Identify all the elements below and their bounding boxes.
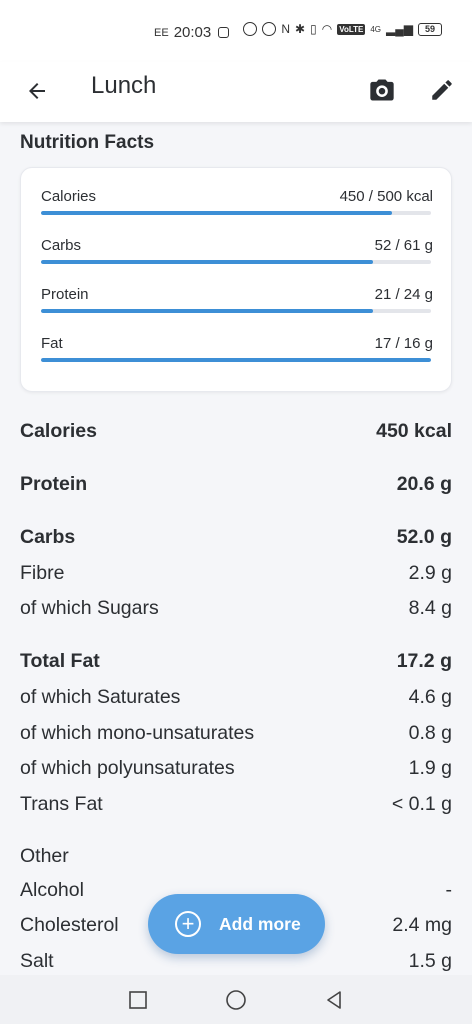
detail-value: 52.0 g (396, 526, 452, 548)
detail-label: Trans Fat (20, 793, 103, 815)
detail-value: < 0.1 g (391, 793, 452, 815)
detail-value: 20.6 g (396, 473, 452, 495)
detail-label: Cholesterol (20, 914, 119, 936)
progress-label: Fat (41, 335, 63, 352)
app-bar: Lunch (0, 62, 472, 122)
camera-button[interactable] (362, 70, 402, 110)
status-left: EE 20:03 (154, 24, 230, 41)
detail-label: Other (20, 845, 69, 867)
progress-track (41, 309, 431, 313)
nav-back-button[interactable] (319, 985, 349, 1015)
detail-label: of which polyunsaturates (20, 757, 235, 779)
progress-track (41, 260, 431, 264)
progress-fill (41, 211, 392, 215)
progress-fill (41, 260, 374, 264)
nfc-icon: N (281, 22, 291, 36)
status-bar: EE 20:03 N ✱ ▯ ◠ VoLTE 4G ▂▄▆ 59 (0, 0, 472, 62)
add-more-button[interactable]: + Add more (148, 894, 325, 954)
add-circle-icon: + (175, 911, 201, 937)
eye-comfort-icon (262, 22, 277, 36)
detail-label: of which Sugars (20, 597, 159, 619)
arrow-back-icon (29, 83, 45, 99)
vibrate-icon: ▯ (310, 22, 317, 36)
detail-label: Fibre (20, 562, 65, 584)
detail-label: Calories (20, 420, 97, 442)
add-more-label: Add more (219, 913, 301, 934)
detail-value: 8.4 g (408, 597, 452, 619)
detail-value: - (445, 879, 453, 901)
detail-label: Carbs (20, 526, 76, 548)
detail-value: 0.8 g (408, 722, 452, 744)
nutrition-facts-heading: Nutrition Facts (20, 132, 155, 153)
network-type: 4G (370, 24, 382, 34)
detail-value: 17.2 g (396, 650, 452, 672)
data-saver-icon (243, 22, 258, 36)
page-title: Lunch (91, 72, 157, 99)
detail-label: Salt (20, 950, 54, 972)
progress-label: Carbs (41, 237, 82, 254)
detail-value: 2.9 g (408, 562, 452, 584)
status-icons: N ✱ ▯ ◠ VoLTE 4G ▂▄▆ 59 (243, 22, 442, 36)
nutrition-progress-card: Calories 450 / 500 kcal Carbs 52 / 61 g … (20, 167, 452, 392)
bluetooth-icon: ✱ (295, 22, 306, 36)
progress-label: Calories (41, 188, 97, 205)
detail-label: Alcohol (20, 879, 84, 901)
detail-value: 450 kcal (376, 420, 452, 442)
progress-track (41, 358, 431, 362)
camera-icon (370, 79, 394, 101)
detail-value: 4.6 g (408, 686, 452, 708)
recent-apps-icon (129, 991, 147, 1009)
edit-pencil-icon (432, 80, 452, 100)
progress-track (41, 211, 431, 215)
edit-button[interactable] (422, 70, 462, 110)
home-button[interactable] (221, 985, 251, 1015)
carrier-label: EE (154, 26, 169, 39)
detail-value: 2.4 mg (392, 914, 452, 936)
progress-fill (41, 358, 431, 362)
clock: 20:03 (173, 24, 212, 41)
progress-value: 52 / 61 g (374, 237, 433, 254)
detail-value: 1.9 g (408, 757, 452, 779)
detail-label: Protein (20, 473, 88, 495)
back-triangle-icon (327, 991, 341, 1009)
progress-value: 21 / 24 g (374, 286, 433, 303)
detail-label: of which Saturates (20, 686, 181, 708)
recent-apps-button[interactable] (123, 985, 153, 1015)
detail-label: Total Fat (20, 650, 100, 672)
progress-fill (41, 309, 373, 313)
detail-value: 1.5 g (408, 950, 452, 972)
progress-label: Protein (41, 286, 89, 303)
wifi-icon: ◠ (321, 22, 333, 36)
back-button[interactable] (18, 72, 56, 110)
progress-value: 17 / 16 g (374, 335, 433, 352)
system-nav-bar (0, 975, 472, 1024)
signal-icon: ▂▄▆ (386, 22, 413, 36)
screenshot-icon (218, 27, 230, 38)
battery-icon: 59 (418, 22, 442, 36)
home-icon (226, 990, 246, 1010)
detail-label: of which mono-unsaturates (20, 722, 255, 744)
volte-badge: VoLTE (337, 23, 366, 35)
progress-value: 450 / 500 kcal (339, 188, 433, 205)
